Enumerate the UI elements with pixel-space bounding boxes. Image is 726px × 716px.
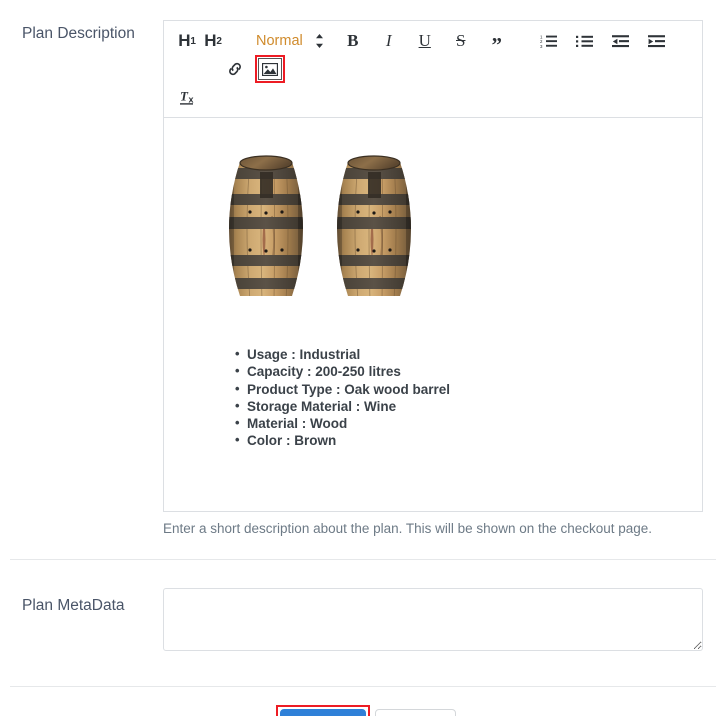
plan-metadata-row: Plan MetaData (0, 560, 726, 686)
link-icon[interactable] (222, 55, 248, 83)
heading-2-sub: 2 (216, 35, 222, 47)
description-help-text: Enter a short description about the plan… (163, 521, 653, 536)
insert-image-button[interactable] (255, 55, 285, 83)
list-item: Storage Material : Wine (235, 397, 686, 415)
list-item: Material : Wood (235, 414, 686, 432)
size-stepper-icon[interactable] (309, 27, 340, 55)
bold-button[interactable]: B (340, 27, 366, 55)
blockquote-button[interactable]: ” (484, 27, 510, 56)
heading-1-button[interactable]: H1 (174, 27, 200, 55)
outdent-button[interactable] (608, 27, 634, 55)
list-item: Capacity : 200-250 litres (235, 362, 686, 380)
plan-description-row: Plan Description H1 H2 Normal B I U S ” … (0, 0, 726, 539)
cancel-button[interactable]: Cancel (374, 708, 456, 716)
format-dropdown[interactable]: Normal (242, 27, 309, 55)
barrel-right-icon (337, 155, 411, 296)
underline-button[interactable]: U (412, 27, 438, 55)
ordered-list-button[interactable]: 1 2 3 (536, 27, 562, 55)
plan-description-field: H1 H2 Normal B I U S ” 1 2 3 T x • Usage… (163, 20, 703, 539)
barrel-left-icon (229, 155, 303, 296)
metadata-textarea[interactable] (163, 587, 703, 651)
product-spec-list: Usage : Industrial Capacity : 200-250 li… (180, 345, 686, 450)
rich-text-editor[interactable]: H1 H2 Normal B I U S ” 1 2 3 T x • Usage… (163, 20, 703, 512)
list-item: Product Type : Oak wood barrel (235, 380, 686, 398)
heading-2-button[interactable]: H2 (200, 27, 226, 55)
form-actions: Submit Cancel (0, 687, 726, 716)
submit-highlight: Submit (276, 704, 370, 716)
list-item: Usage : Industrial (235, 345, 686, 363)
submit-button[interactable]: Submit (280, 708, 366, 716)
svg-text:3: 3 (540, 44, 543, 48)
list-item: Color : Brown (235, 431, 686, 449)
strikethrough-button[interactable]: S (448, 27, 474, 55)
bullet-list-button[interactable] (572, 27, 598, 55)
svg-text:x: x (189, 95, 194, 105)
heading-1-sub: 1 (190, 35, 196, 47)
editor-toolbar: H1 H2 Normal B I U S ” 1 2 3 T x (164, 21, 702, 118)
editor-content-area[interactable]: Usage : Industrial Capacity : 200-250 li… (164, 118, 702, 511)
italic-button[interactable]: I (376, 27, 402, 55)
plan-form-page: Plan Description H1 H2 Normal B I U S ” … (0, 0, 726, 716)
plan-metadata-label: Plan MetaData (22, 596, 125, 614)
plan-metadata-field (163, 587, 703, 656)
plan-description-label: Plan Description (22, 25, 135, 42)
toolbar-second-row: T x (174, 83, 694, 111)
clear-format-button[interactable]: T x (176, 83, 204, 111)
barrel-image (180, 132, 686, 308)
indent-button[interactable] (644, 27, 670, 55)
